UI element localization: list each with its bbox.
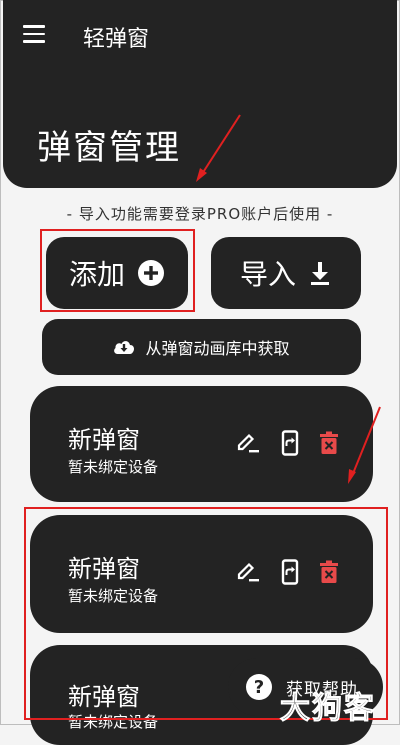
annotation-box-add [40,229,195,312]
get-from-library-label: 从弹窗动画库中获取 [145,339,290,358]
popup-card-subtitle: 暂未绑定设备 [68,458,159,476]
menu-icon[interactable] [23,25,45,43]
watermark-logo: 大狗客 [276,686,396,727]
annotation-arrow-title [196,114,241,182]
page-title: 弹窗管理 [37,128,181,168]
edit-icon[interactable] [235,431,261,455]
annotation-arrow-card [348,406,381,484]
popup-card-actions [235,430,339,456]
pro-notice: - 导入功能需要登录PRO账户后使用 - [66,205,334,223]
import-button[interactable]: 导入 [211,237,361,309]
help-icon: ? [246,674,272,700]
app-title: 轻弹窗 [83,27,150,52]
phone-sync-icon[interactable] [281,430,299,456]
svg-text:大狗客: 大狗客 [280,691,376,726]
trash-icon[interactable] [319,431,339,455]
cloud-download-icon [114,341,135,354]
popup-card[interactable]: 新弹窗 暂未绑定设备 [30,386,373,502]
import-button-label: 导入 [239,258,296,291]
top-bar: 轻弹窗 [3,0,397,70]
download-icon [311,262,329,285]
get-from-library-button[interactable]: 从弹窗动画库中获取 [42,319,361,375]
popup-card-title: 新弹窗 [68,426,140,454]
